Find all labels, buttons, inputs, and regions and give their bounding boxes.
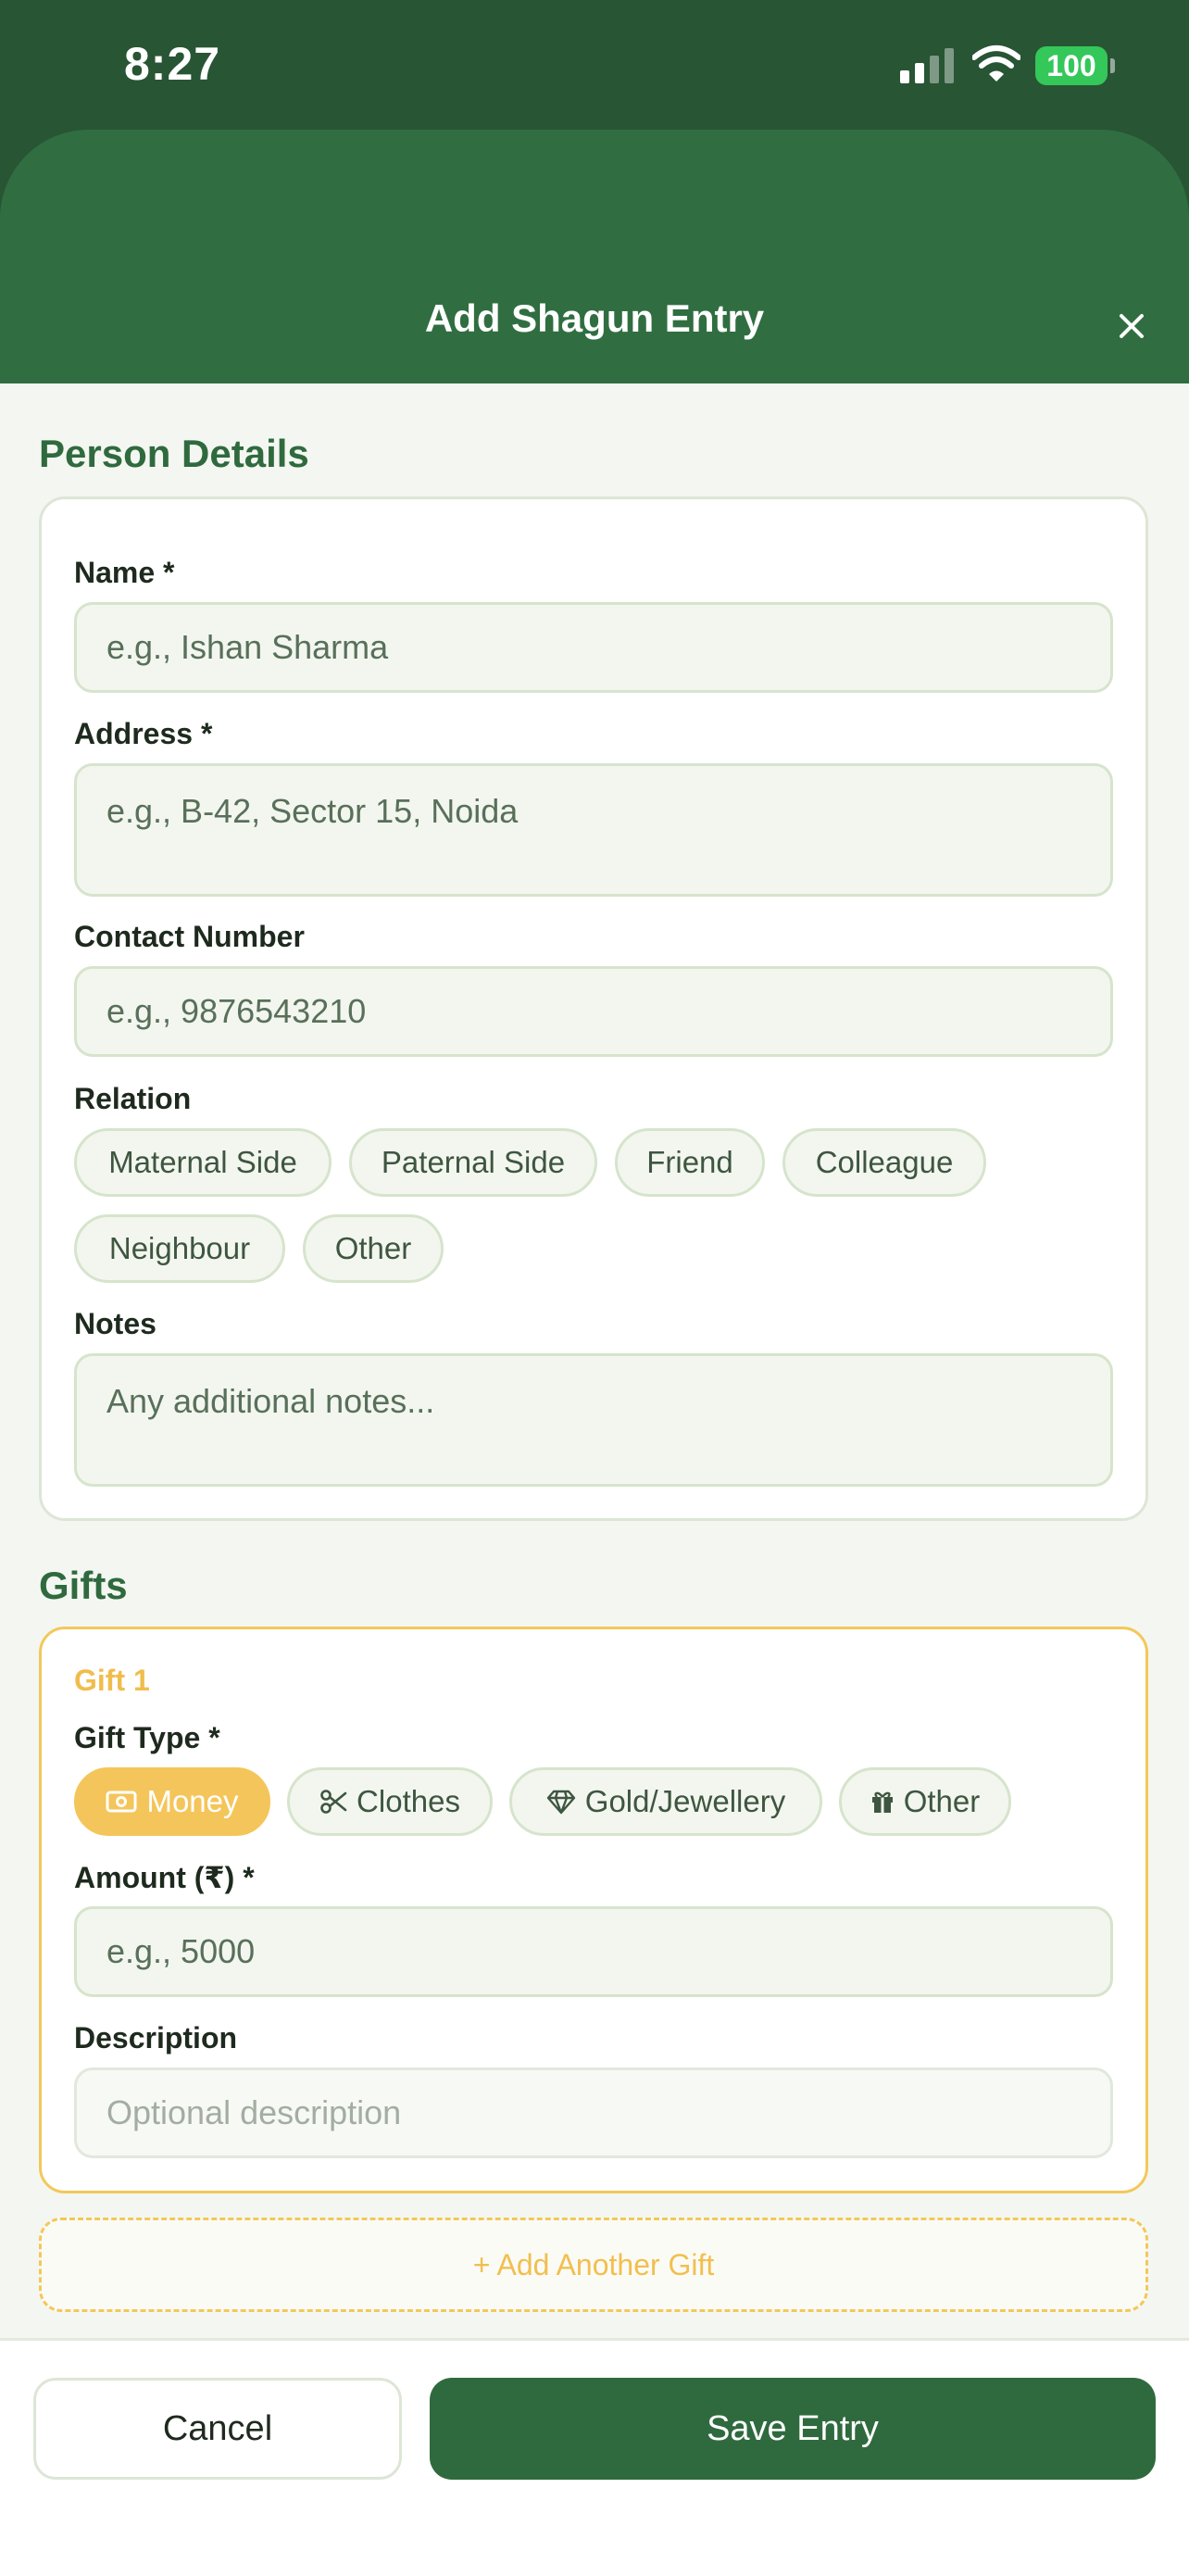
- description-input[interactable]: Optional description: [74, 2067, 1113, 2158]
- sheet-top: Add Shagun Entry: [0, 130, 1189, 383]
- wifi-icon: [972, 45, 1020, 82]
- gift-type-gold-chip[interactable]: Gold/Jewellery: [509, 1767, 822, 1836]
- amount-label: Amount (₹) *: [74, 1861, 255, 1894]
- gift-type-other-label: Other: [903, 1784, 981, 1818]
- add-another-gift-label: + Add Another Gift: [472, 2247, 715, 2281]
- save-entry-button[interactable]: Save Entry: [430, 2378, 1156, 2480]
- address-label: Address *: [74, 717, 213, 750]
- status-time: 8:27: [124, 38, 221, 90]
- notes-input[interactable]: Any additional notes...: [74, 1353, 1113, 1487]
- close-icon: [1120, 314, 1144, 338]
- relation-chip-other[interactable]: Other: [303, 1214, 444, 1283]
- relation-chip-neighbour[interactable]: Neighbour: [74, 1214, 285, 1283]
- money-icon: [106, 1791, 137, 1813]
- battery-level: 100: [1046, 48, 1096, 82]
- scissors-icon: [320, 1790, 347, 1814]
- notes-placeholder: Any additional notes...: [106, 1382, 435, 1420]
- relation-chip-paternal-side[interactable]: Paternal Side: [349, 1128, 597, 1197]
- name-placeholder: e.g., Ishan Sharma: [106, 628, 389, 666]
- gift-icon: [871, 1791, 893, 1813]
- gift-type-clothes-label: Clothes: [357, 1784, 460, 1818]
- gift-type-gold-label: Gold/Jewellery: [584, 1784, 786, 1818]
- sheet-title: Add Shagun Entry: [424, 296, 765, 340]
- name-input[interactable]: e.g., Ishan Sharma: [74, 602, 1113, 693]
- name-label: Name *: [74, 556, 175, 589]
- relation-chip-maternal-side[interactable]: Maternal Side: [74, 1128, 332, 1197]
- relation-label: Relation: [74, 1082, 192, 1115]
- amount-placeholder: e.g., 5000: [106, 1932, 256, 1970]
- notes-label: Notes: [74, 1307, 156, 1340]
- sheet-header: Add Shagun Entry: [0, 130, 1189, 383]
- relation-chip-friend[interactable]: Friend: [615, 1128, 765, 1197]
- relation-chip-colleague[interactable]: Colleague: [782, 1128, 986, 1197]
- description-placeholder: Optional description: [106, 2093, 402, 2131]
- gift-type-money-chip[interactable]: Money: [74, 1767, 270, 1836]
- footer-bar: Cancel Save Entry: [0, 2338, 1189, 2576]
- cancel-button[interactable]: Cancel: [33, 2378, 402, 2480]
- amount-input[interactable]: e.g., 5000: [74, 1906, 1113, 1997]
- address-input[interactable]: e.g., B-42, Sector 15, Noida: [74, 763, 1113, 897]
- battery-nub: [1110, 58, 1115, 73]
- gift-type-label: Gift Type *: [74, 1721, 220, 1754]
- diamond-icon: [546, 1790, 575, 1815]
- contact-label: Contact Number: [74, 920, 305, 953]
- cellular-signal-icon: [900, 48, 954, 83]
- gift-type-clothes-chip[interactable]: Clothes: [287, 1767, 493, 1836]
- description-label: Description: [74, 2021, 238, 2055]
- gifts-title: Gifts: [39, 1564, 128, 1607]
- contact-input[interactable]: e.g., 9876543210: [74, 966, 1113, 1057]
- address-placeholder: e.g., B-42, Sector 15, Noida: [106, 792, 519, 830]
- add-another-gift-button[interactable]: + Add Another Gift: [39, 2218, 1148, 2312]
- person-details-title: Person Details: [39, 432, 309, 475]
- gift-type-other-chip[interactable]: Other: [839, 1767, 1011, 1836]
- contact-placeholder: e.g., 9876543210: [106, 992, 367, 1030]
- gift-number-label: Gift 1: [74, 1664, 150, 1697]
- status-bar: 8:27 100: [0, 0, 1189, 130]
- battery-indicator: 100: [1035, 46, 1108, 85]
- close-button[interactable]: [1108, 302, 1156, 350]
- gift-type-money-label: Money: [146, 1784, 239, 1818]
